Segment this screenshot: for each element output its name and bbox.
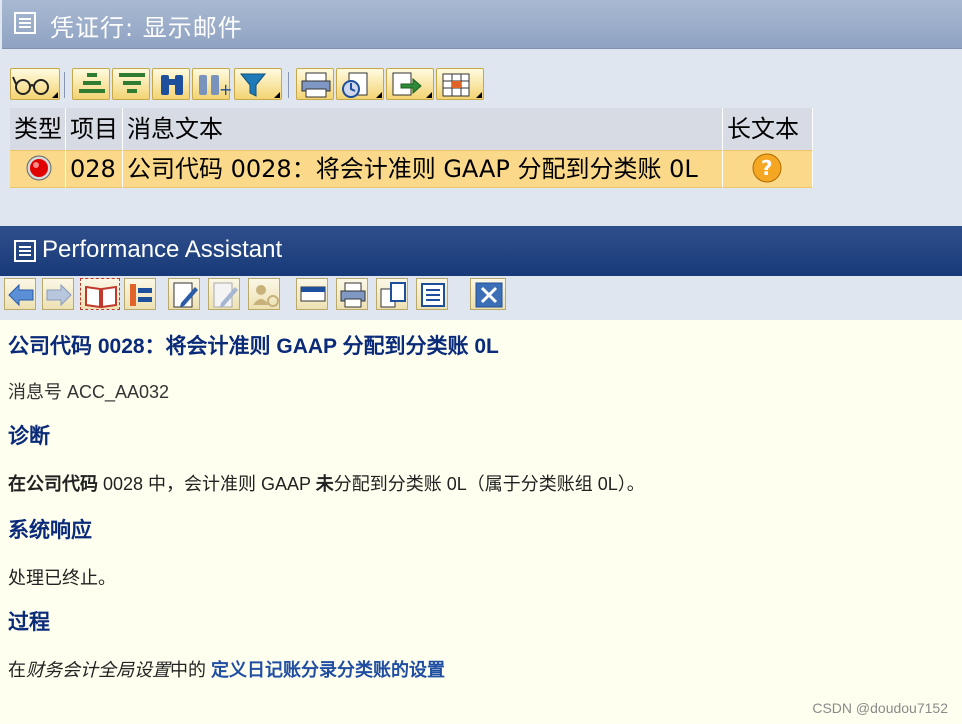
window-menu-icon[interactable] bbox=[14, 12, 36, 34]
table-row-longtext-cell[interactable]: ? bbox=[723, 150, 813, 188]
filter-button[interactable] bbox=[234, 68, 282, 100]
notes-icon bbox=[421, 283, 445, 307]
system-response-text: 处理已终止。 bbox=[8, 568, 116, 588]
log-toolbar: + bbox=[0, 64, 962, 104]
edit-pencil-icon bbox=[173, 282, 198, 308]
assistant-title: Performance Assistant bbox=[42, 236, 283, 263]
print-button[interactable] bbox=[296, 68, 334, 100]
sort-ascending-button[interactable] bbox=[72, 68, 110, 100]
find-button[interactable] bbox=[152, 68, 190, 100]
find-next-icon: + bbox=[199, 75, 231, 99]
print-icon bbox=[340, 282, 366, 308]
window-title: 凭证行: 显示邮件 bbox=[50, 14, 243, 42]
message-heading: 公司代码 0028：将会计准则 GAAP 分配到分类账 0L bbox=[8, 335, 499, 358]
technical-info-button[interactable] bbox=[80, 278, 120, 310]
svg-text:+: + bbox=[219, 80, 231, 99]
user-settings-button[interactable] bbox=[248, 278, 280, 310]
detail-button[interactable] bbox=[10, 68, 60, 100]
edit-pencil-disabled-icon bbox=[213, 282, 238, 308]
tools-icon bbox=[130, 284, 152, 306]
system-response-heading: 系统响应 bbox=[8, 519, 92, 542]
procedure-mid: 中的 bbox=[170, 660, 212, 680]
diagnosis-text: 在公司代码 0028 中，会计准则 GAAP 未分配到分类账 0L（属于分类账组… bbox=[8, 470, 645, 496]
assistant-title-bar: Performance Assistant bbox=[0, 226, 962, 276]
find-next-button[interactable]: + bbox=[192, 68, 231, 100]
edit-button[interactable] bbox=[168, 278, 200, 310]
message-number: 消息号 ACC_AA032 bbox=[8, 382, 170, 402]
diagnosis-text-2: 分配到分类账 0L（属于分类账组 0L）。 bbox=[333, 474, 645, 494]
procedure-prefix: 在 bbox=[8, 660, 26, 680]
find-binoculars-icon bbox=[161, 75, 183, 95]
watermark: CSDN @doudou7152 bbox=[812, 700, 948, 716]
copy-button[interactable] bbox=[376, 278, 408, 310]
window-menu-icon[interactable] bbox=[14, 240, 36, 262]
procedure-heading: 过程 bbox=[8, 611, 50, 634]
print-icon bbox=[301, 72, 331, 98]
svg-text:?: ? bbox=[761, 156, 773, 180]
notes-button[interactable] bbox=[416, 278, 448, 310]
col-header-item[interactable]: 项目 bbox=[66, 108, 123, 150]
edit-disabled-button[interactable] bbox=[208, 278, 240, 310]
layout-button[interactable] bbox=[436, 68, 484, 100]
document-button[interactable] bbox=[296, 278, 328, 310]
user-settings-icon bbox=[253, 285, 279, 307]
toolbar-separator bbox=[288, 72, 289, 98]
col-header-longtext[interactable]: 长文本 bbox=[723, 108, 813, 150]
sort-descending-button[interactable] bbox=[112, 68, 150, 100]
sort-ascending-icon bbox=[79, 73, 105, 93]
open-book-icon bbox=[85, 285, 117, 309]
assistant-toolbar bbox=[0, 276, 962, 320]
copy-icon bbox=[380, 282, 406, 308]
close-button[interactable] bbox=[470, 278, 506, 310]
diagnosis-bold-1: 在公司代码 bbox=[8, 474, 98, 494]
dropdown-indicator bbox=[426, 92, 432, 98]
export-button[interactable] bbox=[386, 68, 434, 100]
table-row-type-cell[interactable] bbox=[10, 150, 66, 188]
toolbar-separator bbox=[64, 72, 65, 98]
back-arrow-icon bbox=[8, 283, 34, 307]
back-button[interactable] bbox=[4, 278, 36, 310]
dropdown-indicator bbox=[376, 92, 382, 98]
close-x-icon bbox=[475, 282, 503, 308]
document-icon bbox=[300, 286, 326, 302]
table-row-item-cell[interactable]: 028 bbox=[66, 150, 123, 188]
dropdown-indicator bbox=[274, 92, 280, 98]
tools-button[interactable] bbox=[124, 278, 156, 310]
views-button[interactable] bbox=[336, 68, 384, 100]
dropdown-indicator bbox=[52, 92, 58, 98]
dropdown-indicator bbox=[476, 92, 482, 98]
procedure-italic: 财务会计全局设置 bbox=[26, 660, 170, 680]
procedure-link[interactable]: 定义日记账分录分类账的设置 bbox=[211, 660, 445, 680]
diagnosis-bold-2: 未 bbox=[315, 474, 334, 494]
diagnosis-heading: 诊断 bbox=[8, 425, 50, 448]
forward-arrow-icon bbox=[46, 283, 72, 307]
col-header-type[interactable]: 类型 bbox=[10, 108, 66, 150]
sort-descending-icon bbox=[119, 73, 145, 93]
table-row-message-cell[interactable]: 公司代码 0028：将会计准则 GAAP 分配到分类账 0L bbox=[123, 150, 723, 188]
message-log-window: 凭证行: 显示邮件 + 类型 项目 消息文本 长文本 028 公司代码 0028… bbox=[0, 0, 962, 226]
performance-assistant-window: Performance Assistant 公司代码 0028：将会计准则 GA… bbox=[0, 226, 962, 724]
print-button[interactable] bbox=[336, 278, 368, 310]
procedure-text: 在财务会计全局设置中的 定义日记账分录分类账的设置 bbox=[8, 656, 445, 682]
window-title-bar: 凭证行: 显示邮件 bbox=[2, 0, 962, 49]
help-question-icon[interactable]: ? bbox=[723, 151, 809, 185]
diagnosis-text-1: 0028 中，会计准则 GAAP bbox=[98, 474, 316, 494]
col-header-message[interactable]: 消息文本 bbox=[123, 108, 723, 150]
forward-button[interactable] bbox=[42, 278, 74, 310]
error-red-light-icon bbox=[26, 155, 52, 181]
